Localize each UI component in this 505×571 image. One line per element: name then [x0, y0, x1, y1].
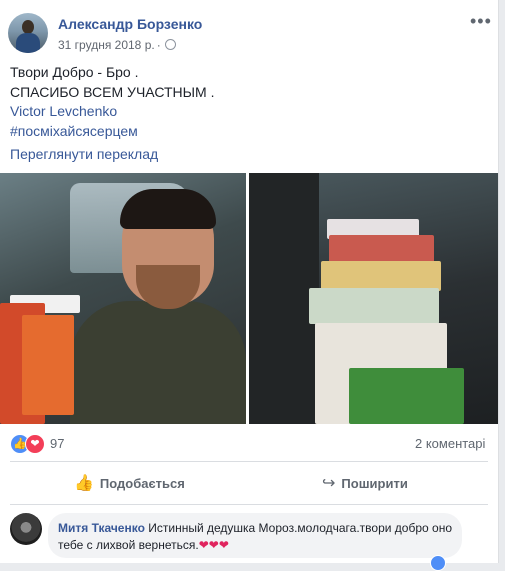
- comment-author[interactable]: Митя Ткаченко: [58, 521, 145, 535]
- comment-bubble: Митя Ткаченко Истинный дедушка Мороз.мол…: [48, 513, 462, 558]
- divider: [10, 461, 488, 462]
- action-bar: 👍 Подобається ↪ Поширити: [10, 468, 488, 500]
- photo-grid: [0, 173, 498, 424]
- thumbs-up-icon: 👍: [74, 475, 94, 492]
- see-translation-link[interactable]: Переглянути переклад: [10, 146, 158, 162]
- share-arrow-icon: ↪: [322, 475, 336, 492]
- post-date[interactable]: 31 грудня 2018 р.: [58, 38, 155, 52]
- comments-count-link[interactable]: 2 коментарі: [415, 436, 485, 451]
- author-avatar[interactable]: [8, 13, 48, 53]
- comment-hearts: ❤❤❤: [198, 538, 229, 552]
- globe-icon[interactable]: [164, 39, 176, 50]
- like-button[interactable]: 👍 Подобається: [74, 468, 185, 500]
- post-text: Твори Добро - Бро . СПАСИБО ВСЕМ УЧАСТНЫ…: [10, 63, 214, 141]
- mention-link[interactable]: Victor Levchenko: [10, 102, 214, 122]
- more-options-icon[interactable]: •••: [470, 12, 492, 30]
- gift-bag: [329, 235, 434, 263]
- photo-man-in-car[interactable]: [0, 173, 246, 424]
- avatar-head: [22, 20, 34, 34]
- avatar-body: [16, 33, 40, 53]
- gift-bag: [309, 288, 439, 324]
- post-line: Твори Добро - Бро .: [10, 64, 139, 80]
- hair: [120, 189, 216, 229]
- gift-bag: [349, 368, 464, 424]
- gift-bag: [321, 261, 441, 291]
- post-author[interactable]: Александр Борзенко: [58, 16, 202, 32]
- comment-text-block: Митя Ткаченко Истинный дедушка Мороз.мол…: [58, 520, 454, 554]
- hoodie: [70, 301, 246, 424]
- share-button[interactable]: ↪ Поширити: [322, 468, 408, 500]
- post-line: СПАСИБО ВСЕМ УЧАСТНЫМ .: [10, 83, 215, 100]
- post-card: Александр Борзенко 31 грудня 2018 р. · ••…: [0, 0, 499, 571]
- photo-gift-bags[interactable]: [249, 173, 498, 424]
- comment-like-icon: [430, 555, 446, 571]
- share-button-label: Поширити: [341, 476, 408, 491]
- hashtag-link[interactable]: #посміхайсясерцем: [10, 122, 214, 142]
- gift-bag: [22, 315, 74, 415]
- like-button-label: Подобається: [99, 476, 185, 491]
- love-reaction-icon: ❤: [25, 434, 45, 454]
- commenter-avatar[interactable]: [10, 513, 42, 545]
- meta-separator: ·: [156, 38, 161, 52]
- divider: [10, 504, 488, 505]
- post-meta: 31 грудня 2018 р. ·: [58, 38, 176, 52]
- reaction-count: 97: [50, 436, 65, 451]
